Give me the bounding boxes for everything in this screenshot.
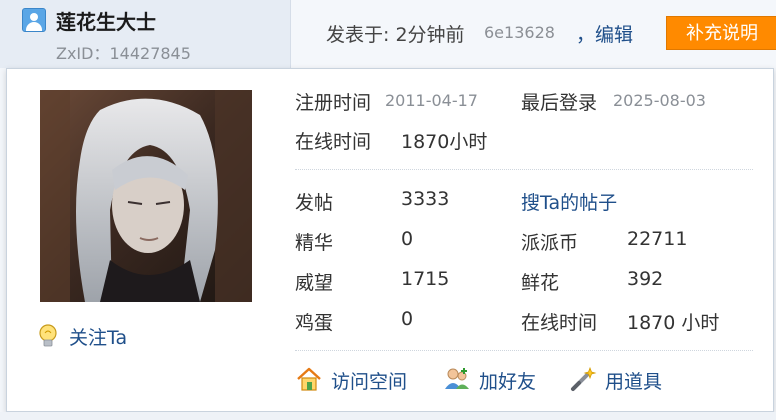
- last-login-date: 2025-08-03: [613, 91, 706, 110]
- posted-time: 发表于: 2分钟前: [326, 24, 465, 46]
- post-hash: 6e13628: [484, 23, 555, 42]
- avatar-image: [40, 90, 252, 302]
- use-tools-label: 用道具: [605, 371, 663, 393]
- add-friend-label: 加好友: [479, 371, 537, 393]
- flowers-value: 392: [627, 268, 664, 290]
- last-login-label: 最后登录: [521, 92, 598, 114]
- divider: [295, 350, 753, 351]
- divider: [295, 169, 753, 170]
- user-icon: [22, 8, 46, 32]
- home-icon: [297, 367, 321, 391]
- user-info-card: 关注Ta 注册时间 2011-04-17 最后登录 2025-08-03 在线时…: [6, 68, 774, 412]
- essence-label: 精华: [295, 232, 334, 254]
- search-posts-link[interactable]: 搜Ta的帖子: [521, 188, 617, 215]
- supplement-button[interactable]: 补充说明: [666, 16, 776, 50]
- magic-wand-icon: [571, 366, 597, 391]
- follow-label: 关注Ta: [69, 327, 128, 349]
- username[interactable]: 莲花生大士: [56, 6, 156, 35]
- online2-label: 在线时间: [521, 312, 598, 334]
- page-background-strip: [0, 412, 776, 420]
- coins-value: 22711: [627, 228, 688, 250]
- register-date: 2011-04-17: [385, 91, 478, 110]
- eggs-label: 鸡蛋: [295, 312, 334, 334]
- posts-value: 3333: [401, 188, 450, 210]
- posts-label: 发帖: [295, 192, 334, 214]
- edit-link[interactable]: ，编辑: [576, 20, 633, 47]
- prestige-value: 1715: [401, 268, 450, 290]
- eggs-value: 0: [401, 308, 414, 330]
- visit-space-label: 访问空间: [331, 371, 408, 393]
- coins-label: 派派币: [521, 232, 579, 254]
- online-label: 在线时间: [295, 131, 372, 153]
- online2-value: 1870 小时: [627, 312, 720, 334]
- flowers-label: 鲜花: [521, 272, 560, 294]
- add-friend-icon: [445, 368, 469, 389]
- author-header: 莲花生大士 ZxID：14427845: [0, 0, 291, 68]
- lightbulb-icon: [39, 324, 57, 347]
- zxid: ZxID：14427845: [56, 44, 191, 63]
- prestige-label: 威望: [295, 272, 334, 294]
- avatar[interactable]: [40, 90, 252, 302]
- essence-value: 0: [401, 228, 414, 250]
- online-value: 1870小时: [401, 131, 488, 153]
- register-label: 注册时间: [295, 92, 372, 114]
